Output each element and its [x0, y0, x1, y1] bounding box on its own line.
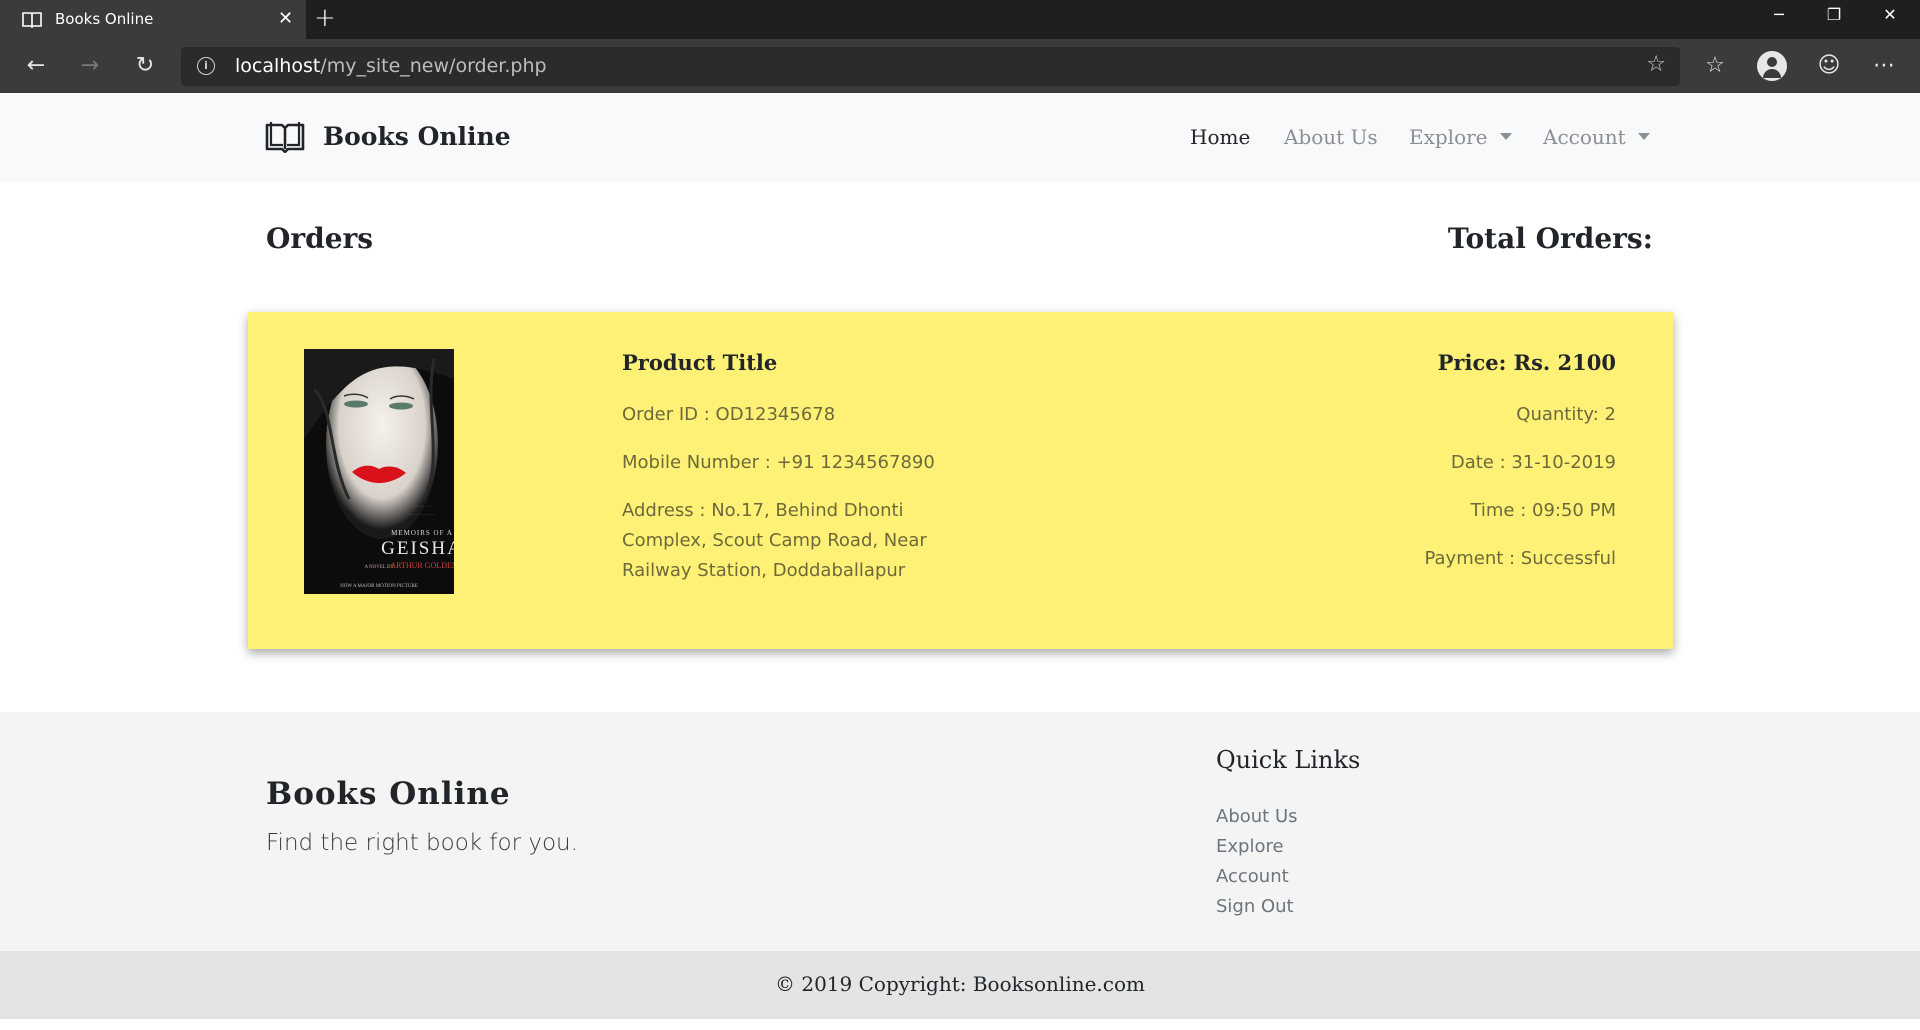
plus-icon[interactable]: + [314, 3, 336, 33]
product-title: Product Title [622, 350, 778, 375]
browser-tab[interactable]: Books Online ✕ [0, 0, 306, 39]
quick-link-account[interactable]: Account [1216, 862, 1298, 892]
svg-text:. . . . . . . . . . .: . . . . . . . . . . . [412, 503, 433, 508]
caret-down-icon [1637, 133, 1650, 140]
feedback-smiley-icon[interactable]: ☺ [1809, 47, 1849, 85]
svg-text:. . . . . . . . . . . . .: . . . . . . . . . . . . . [410, 511, 435, 516]
profile-icon[interactable] [1757, 51, 1787, 81]
brand-name: Books Online [323, 122, 511, 151]
info-icon[interactable]: i [197, 57, 215, 75]
order-quantity: Quantity: 2 [1516, 404, 1616, 425]
cover-title-text: GEISHA [381, 538, 454, 559]
browser-tab-bar: Books Online ✕ + ─ ❐ ✕ [0, 0, 1920, 39]
book-cover-image: . . . . . . . . . . . . . . . . . . . . … [304, 349, 454, 594]
quick-links-title: Quick Links [1216, 746, 1361, 774]
nav-home[interactable]: Home [1190, 125, 1250, 149]
order-date: Date : 31-10-2019 [1450, 452, 1616, 473]
order-card: . . . . . . . . . . . . . . . . . . . . … [248, 312, 1673, 649]
book-icon [22, 12, 42, 28]
nav-about-us[interactable]: About Us [1284, 125, 1378, 149]
nav-explore-label: Explore [1409, 125, 1488, 149]
open-book-icon [265, 122, 305, 153]
refresh-icon[interactable]: ↻ [125, 47, 165, 85]
cover-author-text: ARTHUR GOLDEN [390, 561, 454, 570]
order-price: Price: Rs. 2100 [1437, 350, 1616, 375]
minimize-icon[interactable]: ─ [1751, 0, 1807, 32]
total-orders-label: Total Orders: [1447, 222, 1653, 255]
copyright-bar: © 2019 Copyright: Booksonline.com [0, 951, 1920, 1019]
favorite-star-icon[interactable]: ☆ [1646, 52, 1666, 77]
site-navbar: Books Online Home About Us Explore Accou… [0, 93, 1920, 182]
favorites-list-icon[interactable]: ☆ [1695, 47, 1735, 85]
order-details-left: Product Title Order ID : OD12345678 Mobi… [622, 350, 982, 586]
copyright-text: © 2019 Copyright: Booksonline.com [775, 972, 1145, 996]
cover-series-text: MEMOIRS OF A [391, 529, 453, 537]
window-close-icon[interactable]: ✕ [1862, 0, 1918, 32]
order-details-right: Price: Rs. 2100 Quantity: 2 Date : 31-10… [1216, 350, 1616, 574]
caret-down-icon [1499, 133, 1512, 140]
nav-account-dropdown[interactable]: Account [1543, 125, 1650, 149]
page-title: Orders [266, 222, 374, 255]
payment-status: Payment : Successful [1424, 548, 1616, 569]
url-text[interactable]: localhost/my_site_new/order.php [235, 55, 547, 77]
footer-tagline: Find the right book for you. [266, 830, 578, 856]
close-icon[interactable]: ✕ [278, 8, 293, 29]
footer-brand: Books Online [266, 776, 511, 812]
more-icon[interactable]: ⋯ [1864, 47, 1904, 85]
order-time: Time : 09:50 PM [1470, 500, 1616, 521]
order-id: Order ID : OD12345678 [622, 404, 836, 425]
nav-account-label: Account [1543, 125, 1626, 149]
back-icon[interactable]: ← [16, 47, 56, 85]
address-bar[interactable]: i localhost/my_site_new/order.php ☆ [181, 47, 1680, 86]
nav-explore-dropdown[interactable]: Explore [1409, 125, 1512, 149]
tab-title: Books Online [55, 10, 154, 28]
restore-icon[interactable]: ❐ [1806, 0, 1862, 32]
site-footer: Books Online Find the right book for you… [0, 712, 1920, 951]
quick-link-explore[interactable]: Explore [1216, 832, 1298, 862]
mobile-number: Mobile Number : +91 1234567890 [622, 452, 935, 473]
forward-icon[interactable]: → [70, 47, 110, 85]
delivery-address: Address : No.17, Behind Dhonti Complex, … [622, 500, 927, 581]
quick-link-about-us[interactable]: About Us [1216, 802, 1298, 832]
quick-links-list: About Us Explore Account Sign Out [1216, 802, 1298, 922]
browser-toolbar: ← → ↻ i localhost/my_site_new/order.php … [0, 39, 1920, 93]
cover-tagline-text: NOW A MAJOR MOTION PICTURE [340, 584, 418, 589]
quick-link-sign-out[interactable]: Sign Out [1216, 892, 1298, 922]
